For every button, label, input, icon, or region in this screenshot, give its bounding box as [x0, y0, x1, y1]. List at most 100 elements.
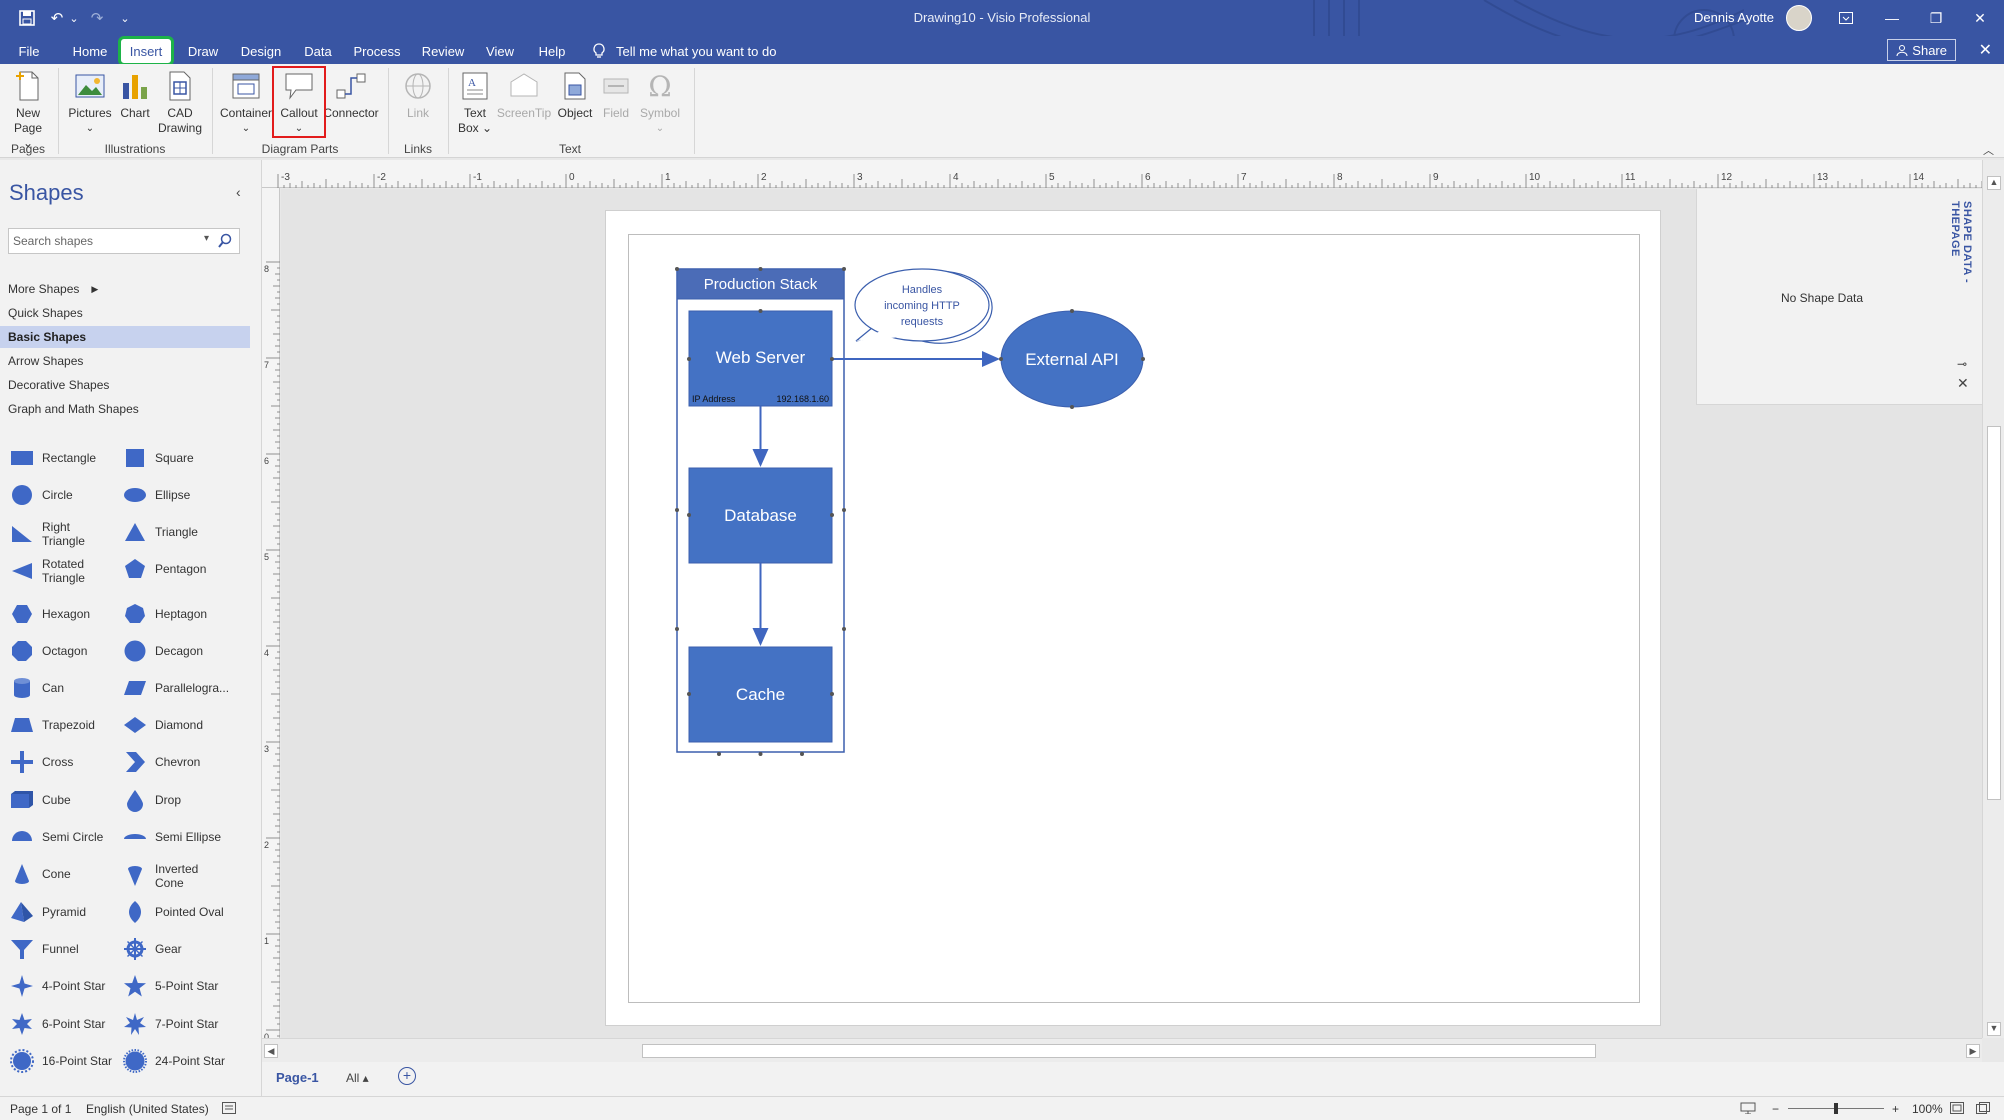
close-button[interactable]: ✕: [1958, 0, 2002, 36]
stencil-cone[interactable]: Cone: [10, 862, 71, 886]
scroll-up-icon[interactable]: ▲: [1987, 176, 2001, 190]
avatar[interactable]: [1786, 5, 1812, 31]
tab-view[interactable]: View: [484, 40, 516, 62]
search-shapes-input[interactable]: Search shapes ▾: [8, 228, 240, 254]
collapse-pane-icon[interactable]: ‹: [236, 184, 241, 200]
stencil-gear[interactable]: Gear: [123, 937, 182, 961]
text-box-button[interactable]: A Text Box ⌄: [456, 68, 494, 136]
stencil-drop[interactable]: Drop: [123, 788, 181, 812]
close-icon[interactable]: ✕: [1957, 375, 1969, 392]
stencil-semi-circle[interactable]: Semi Circle: [10, 825, 103, 849]
field-button[interactable]: Field: [598, 68, 634, 121]
zoom-in-button[interactable]: +: [1892, 1102, 1899, 1116]
stencil-hexagon[interactable]: Hexagon: [10, 602, 90, 626]
stencil-pointed-oval[interactable]: Pointed Oval: [123, 900, 224, 924]
stencil-decagon[interactable]: Decagon: [123, 639, 203, 663]
stencil-pentagon[interactable]: Pentagon: [123, 557, 206, 581]
stencil-5-point-star[interactable]: 5-Point Star: [123, 974, 218, 998]
stencil-rotated[interactable]: Rotated Triangle: [10, 557, 85, 585]
tell-me-search[interactable]: Tell me what you want to do: [592, 40, 776, 62]
stencil-24-point-star[interactable]: 24-Point Star: [123, 1049, 225, 1073]
nav-arrow-shapes[interactable]: Arrow Shapes: [0, 350, 250, 372]
stencil-ellipse[interactable]: Ellipse: [123, 483, 190, 507]
stencil-rectangle[interactable]: Rectangle: [10, 446, 96, 470]
tab-insert[interactable]: Insert: [118, 36, 174, 66]
scroll-thumb[interactable]: [642, 1044, 1596, 1058]
add-page-icon[interactable]: +: [398, 1067, 416, 1085]
minimize-button[interactable]: —: [1870, 0, 1914, 36]
chart-button[interactable]: Chart: [118, 68, 152, 121]
tab-home[interactable]: Home: [70, 40, 110, 62]
stencil-right[interactable]: Right Triangle: [10, 520, 85, 548]
scroll-right-icon[interactable]: ▶: [1966, 1044, 1980, 1058]
nav-more-shapes[interactable]: More Shapes ▶: [0, 278, 250, 300]
close-icon[interactable]: ✕: [1979, 40, 1992, 60]
callout-shape[interactable]: Handles incoming HTTP requests: [854, 268, 993, 344]
zoom-out-button[interactable]: −: [1772, 1102, 1779, 1116]
nav-graph-math-shapes[interactable]: Graph and Math Shapes: [0, 398, 250, 420]
switch-windows-icon[interactable]: [1976, 1102, 1990, 1117]
stencil-chevron[interactable]: Chevron: [123, 750, 200, 774]
stencil-octagon[interactable]: Octagon: [10, 639, 87, 663]
stencil-pyramid[interactable]: Pyramid: [10, 900, 86, 924]
language[interactable]: English (United States): [86, 1102, 209, 1116]
stencil-inverted[interactable]: Inverted Cone: [123, 862, 198, 890]
screentip-button[interactable]: ScreenTip: [496, 68, 552, 121]
stencil-semi-ellipse[interactable]: Semi Ellipse: [123, 825, 221, 849]
scroll-down-icon[interactable]: ▼: [1987, 1022, 2001, 1036]
tab-design[interactable]: Design: [238, 40, 284, 62]
tab-draw[interactable]: Draw: [186, 40, 220, 62]
stencil-cross[interactable]: Cross: [10, 750, 73, 774]
stencil-6-point-star[interactable]: 6-Point Star: [10, 1012, 105, 1036]
object-button[interactable]: Object: [554, 68, 596, 121]
pin-icon[interactable]: ⊸: [1957, 357, 1967, 371]
tab-review[interactable]: Review: [420, 40, 466, 62]
stencil-can[interactable]: Can: [10, 676, 64, 700]
database-shape[interactable]: Database: [688, 467, 833, 564]
all-pages-button[interactable]: All ▴: [346, 1071, 369, 1085]
tab-file[interactable]: File: [14, 40, 44, 62]
user-name[interactable]: Dennis Ayotte: [1694, 10, 1774, 25]
tab-help[interactable]: Help: [536, 40, 568, 62]
new-page-button[interactable]: New Page ⌄: [8, 68, 48, 151]
stencil-7-point-star[interactable]: 7-Point Star: [123, 1012, 218, 1036]
horizontal-scrollbar[interactable]: ◀ ▶: [262, 1038, 1982, 1062]
stencil-cube[interactable]: Cube: [10, 788, 71, 812]
zoom-level[interactable]: 100%: [1912, 1102, 1943, 1116]
search-dropdown-icon[interactable]: ▾: [204, 233, 209, 244]
tab-process[interactable]: Process: [352, 40, 402, 62]
collapse-ribbon-icon[interactable]: ︿: [1983, 142, 1994, 158]
share-button[interactable]: Share: [1887, 39, 1956, 61]
page-tab-page-1[interactable]: Page-1: [276, 1070, 319, 1085]
pictures-button[interactable]: Pictures ⌄: [66, 68, 114, 136]
connector-button[interactable]: Connector: [323, 68, 379, 121]
external-api-shape[interactable]: External API: [1000, 310, 1144, 408]
cad-drawing-button[interactable]: CAD Drawing: [156, 68, 204, 136]
fit-page-icon[interactable]: [1950, 1102, 1964, 1117]
scroll-thumb[interactable]: [1987, 426, 2001, 800]
restore-button[interactable]: ❐: [1914, 0, 1958, 36]
vertical-scrollbar[interactable]: ▲ ▼: [1982, 160, 2004, 1038]
stencil-square[interactable]: Square: [123, 446, 194, 470]
stencil-heptagon[interactable]: Heptagon: [123, 602, 207, 626]
page-count[interactable]: Page 1 of 1: [10, 1102, 71, 1116]
stencil-parallelogra[interactable]: Parallelogra...: [123, 676, 229, 700]
stencil-diamond[interactable]: Diamond: [123, 713, 203, 737]
nav-decorative-shapes[interactable]: Decorative Shapes: [0, 374, 250, 396]
stencil-16-point-star[interactable]: 16-Point Star: [10, 1049, 112, 1073]
link-button[interactable]: Link: [396, 68, 440, 121]
nav-quick-shapes[interactable]: Quick Shapes: [0, 302, 250, 324]
scroll-left-icon[interactable]: ◀: [264, 1044, 278, 1058]
web-server-shape[interactable]: Web Server IP Address 192.168.1.60: [688, 310, 833, 407]
zoom-slider-thumb[interactable]: [1834, 1103, 1838, 1114]
container-button[interactable]: Container ⌄: [220, 68, 272, 136]
presentation-mode-icon[interactable]: [1740, 1102, 1756, 1117]
macro-icon[interactable]: [222, 1102, 236, 1117]
search-icon[interactable]: [217, 233, 233, 249]
tab-data[interactable]: Data: [302, 40, 334, 62]
symbol-button[interactable]: Ω Symbol ⌄: [636, 68, 684, 136]
stencil-triangle[interactable]: Triangle: [123, 520, 198, 544]
stencil-4-point-star[interactable]: 4-Point Star: [10, 974, 105, 998]
stencil-funnel[interactable]: Funnel: [10, 937, 79, 961]
nav-basic-shapes[interactable]: Basic Shapes: [0, 326, 250, 348]
